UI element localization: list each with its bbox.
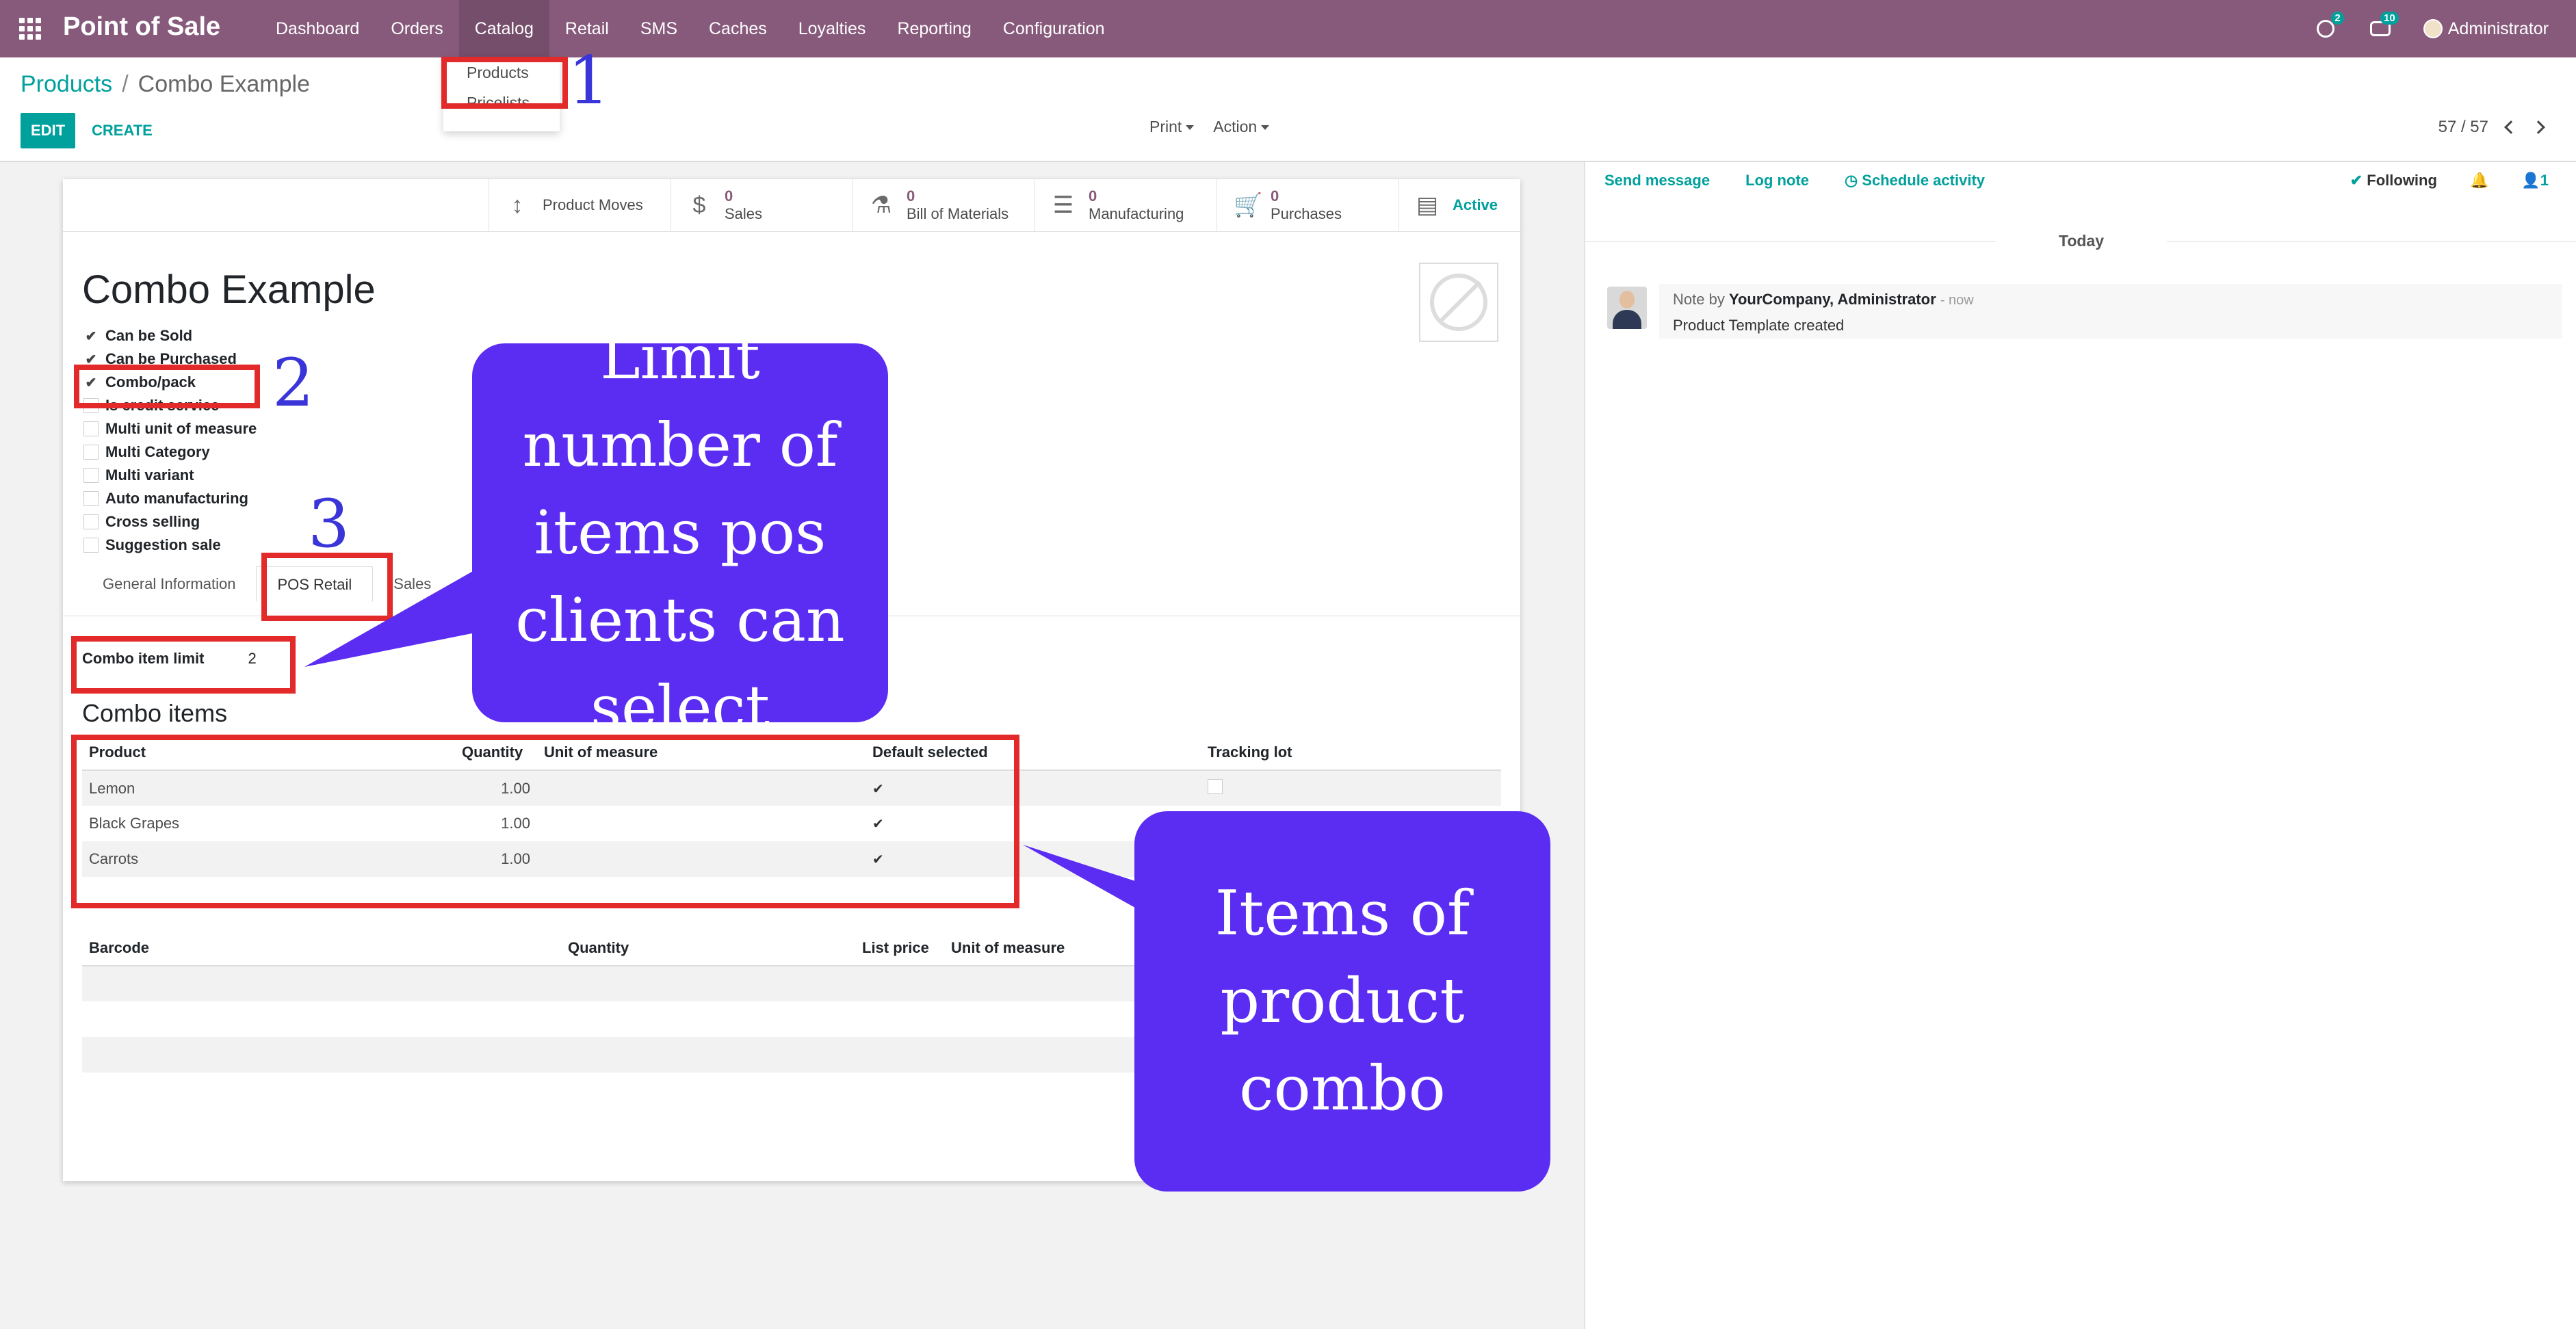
callout-items: Items of product combo: [1134, 811, 1550, 1192]
callout-limit: Limit number of items pos clients can se…: [472, 322, 888, 743]
pointer-limit: [304, 568, 493, 667]
